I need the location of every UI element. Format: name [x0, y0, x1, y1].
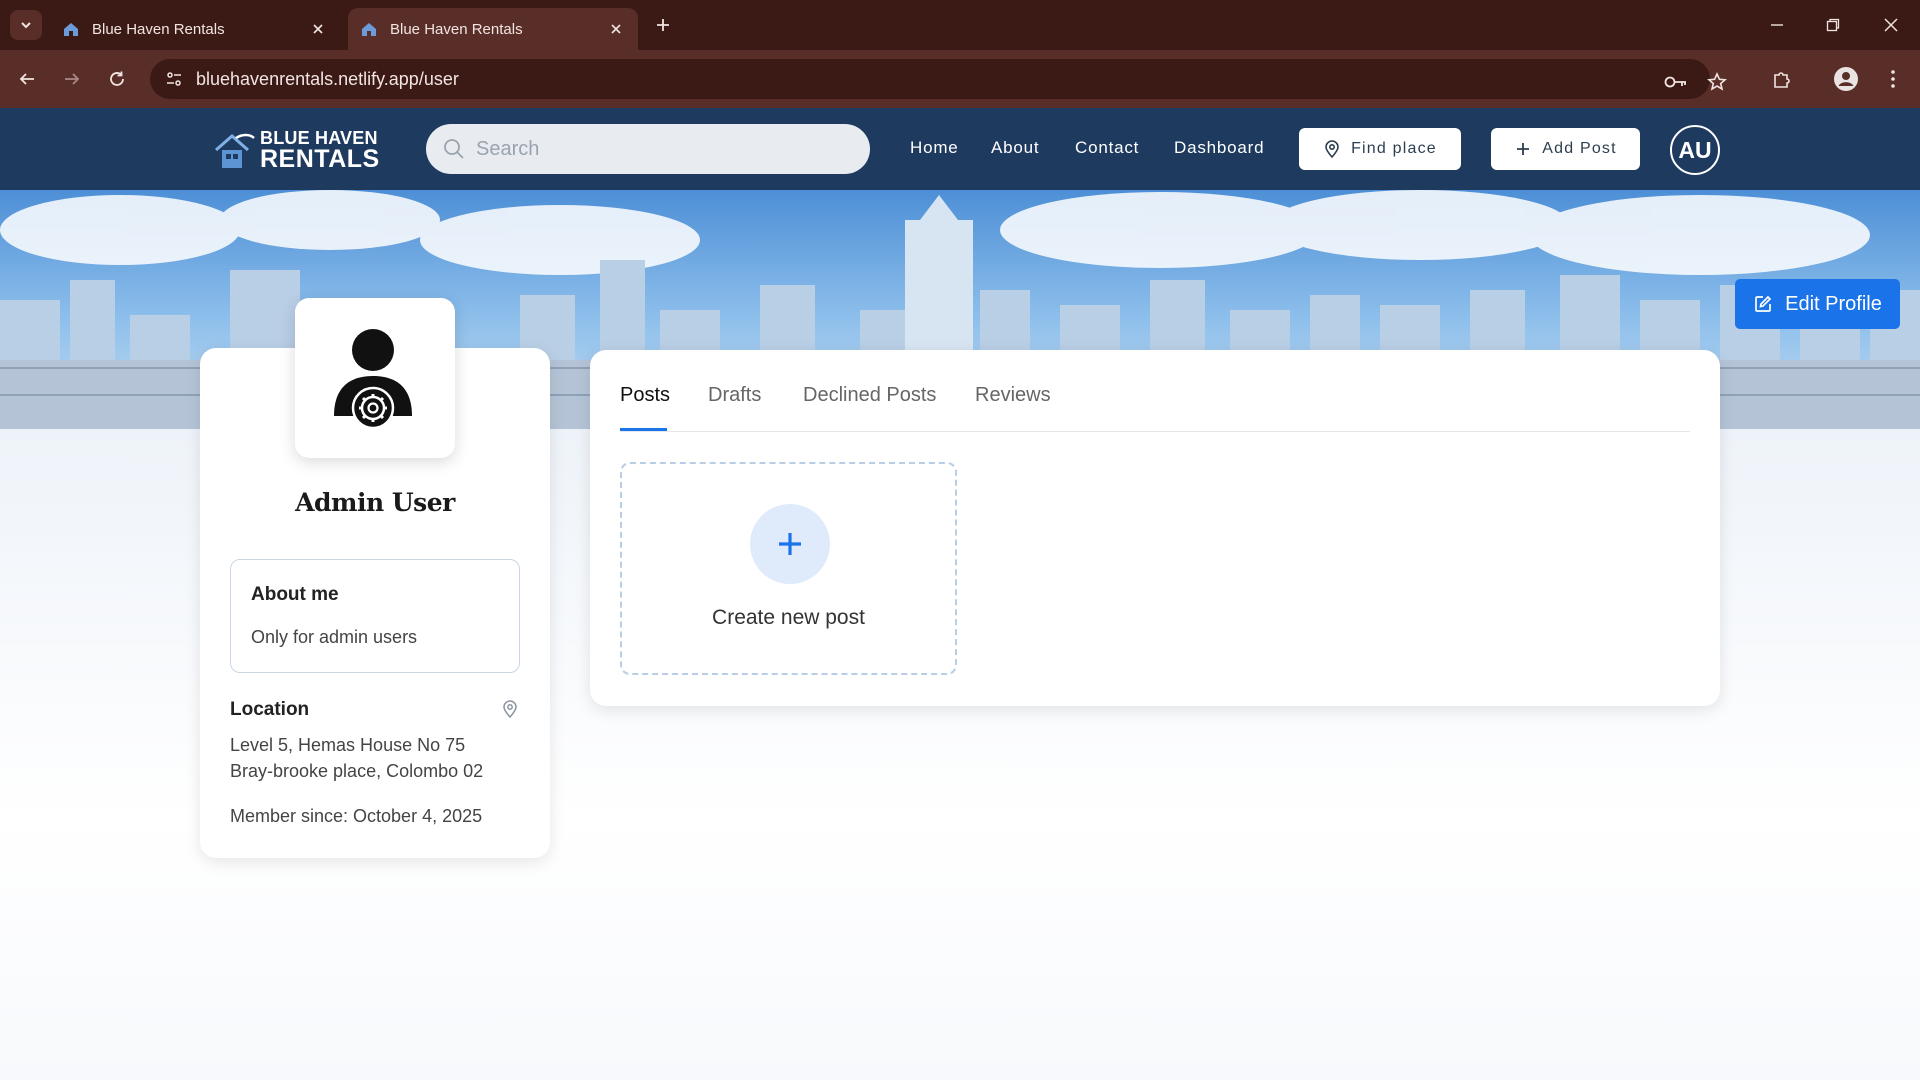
tune-icon — [167, 72, 181, 86]
star-icon — [1707, 72, 1727, 91]
puzzle-icon — [1774, 72, 1790, 88]
restore-icon — [1826, 18, 1840, 32]
password-button[interactable] — [1662, 68, 1690, 96]
nav-link-about[interactable]: About — [991, 138, 1039, 158]
active-tab-indicator — [620, 428, 667, 431]
location-address-line-2: Bray-brooke place, Colombo 02 — [230, 761, 484, 781]
close-icon — [1884, 18, 1898, 32]
site-favicon-icon — [362, 23, 376, 36]
nav-link-contact[interactable]: Contact — [1075, 138, 1139, 158]
profile-avatar — [295, 298, 455, 458]
reload-button[interactable] — [102, 64, 132, 94]
tab-close-button[interactable] — [606, 19, 626, 39]
edit-profile-button[interactable]: Edit Profile — [1735, 279, 1900, 329]
browser-tab-strip: Blue Haven Rentals Blue Haven Rentals — [0, 0, 1920, 50]
site-search-bar[interactable] — [426, 124, 870, 174]
tab-title: Blue Haven Rentals — [390, 20, 523, 38]
brand-logo[interactable]: BLUE HAVEN RENTALS — [212, 127, 380, 173]
minimize-icon — [1771, 24, 1783, 26]
member-since-text: Member since: October 4, 2025 — [230, 806, 483, 826]
brand-name-bottom: RENTALS — [260, 144, 380, 173]
nav-link-home[interactable]: Home — [910, 138, 959, 158]
user-avatar[interactable]: AU — [1670, 125, 1720, 175]
browser-tab-1[interactable]: Blue Haven Rentals — [50, 8, 340, 50]
browser-toolbar: bluehavenrentals.netlify.app/user — [0, 50, 1920, 108]
house-logo-icon — [215, 133, 255, 168]
kebab-menu-icon — [1891, 70, 1895, 88]
add-post-label: Add Post — [1542, 140, 1617, 157]
tab-posts[interactable]: Posts — [620, 384, 670, 407]
bookmark-button[interactable] — [1703, 68, 1731, 96]
brand-name-top: BLUE HAVEN — [260, 127, 378, 148]
site-header: BLUE HAVEN RENTALS Home About Contact Da… — [0, 108, 1920, 190]
plus-icon — [750, 504, 830, 584]
find-place-button[interactable]: Find place — [1299, 128, 1461, 170]
plus-icon — [1514, 140, 1532, 158]
forward-button[interactable] — [57, 64, 87, 94]
tab-reviews[interactable]: Reviews — [975, 384, 1051, 407]
close-icon — [313, 24, 323, 34]
tab-drafts[interactable]: Drafts — [708, 384, 761, 407]
profile-name: Admin User — [295, 488, 455, 517]
back-button[interactable] — [12, 64, 42, 94]
minimize-button[interactable] — [1762, 10, 1792, 40]
location-pin-icon — [500, 699, 520, 719]
edit-icon — [1753, 294, 1773, 314]
site-info-button[interactable] — [154, 59, 194, 99]
admin-user-icon — [334, 329, 412, 428]
plus-icon — [657, 19, 669, 31]
browser-menu-button[interactable] — [1878, 64, 1908, 94]
url-text: bluehavenrentals.netlify.app/user — [196, 68, 459, 89]
posts-tab-bar — [620, 380, 1690, 432]
site-favicon-icon — [64, 23, 78, 36]
tab-close-button[interactable] — [308, 19, 328, 39]
edit-profile-label: Edit Profile — [1785, 292, 1882, 315]
tab-declined-posts[interactable]: Declined Posts — [803, 384, 936, 407]
key-icon — [1664, 76, 1686, 88]
location-address-line-1: Level 5, Hemas House No 75 — [230, 735, 466, 755]
about-me-text: Only for admin users — [251, 627, 418, 647]
search-icon — [442, 137, 466, 161]
profile-icon — [1834, 67, 1858, 91]
back-arrow-icon — [19, 73, 34, 85]
search-input[interactable] — [476, 137, 856, 161]
browser-tab-2[interactable]: Blue Haven Rentals — [348, 8, 638, 50]
add-post-button[interactable]: Add Post — [1491, 128, 1640, 170]
profile-button[interactable] — [1831, 64, 1861, 94]
chevron-down-icon — [21, 22, 31, 29]
address-bar[interactable]: bluehavenrentals.netlify.app/user — [150, 59, 1727, 99]
nav-link-dashboard[interactable]: Dashboard — [1174, 138, 1264, 158]
about-me-heading: About me — [251, 584, 339, 605]
extensions-button[interactable] — [1767, 64, 1797, 94]
reload-icon — [110, 71, 124, 86]
about-me-section: About me Only for admin users — [230, 559, 520, 673]
tab-title: Blue Haven Rentals — [92, 20, 225, 38]
location-heading: Location — [230, 699, 310, 720]
new-tab-button[interactable] — [650, 12, 676, 38]
tab-search-button[interactable] — [10, 10, 42, 40]
map-pin-icon — [1323, 140, 1341, 158]
find-place-label: Find place — [1351, 140, 1437, 157]
create-new-post-card[interactable]: Create new post — [620, 462, 957, 675]
forward-arrow-icon — [65, 73, 80, 85]
restore-button[interactable] — [1818, 10, 1848, 40]
create-new-post-label: Create new post — [712, 606, 865, 629]
close-window-button[interactable] — [1876, 10, 1906, 40]
close-icon — [611, 24, 621, 34]
